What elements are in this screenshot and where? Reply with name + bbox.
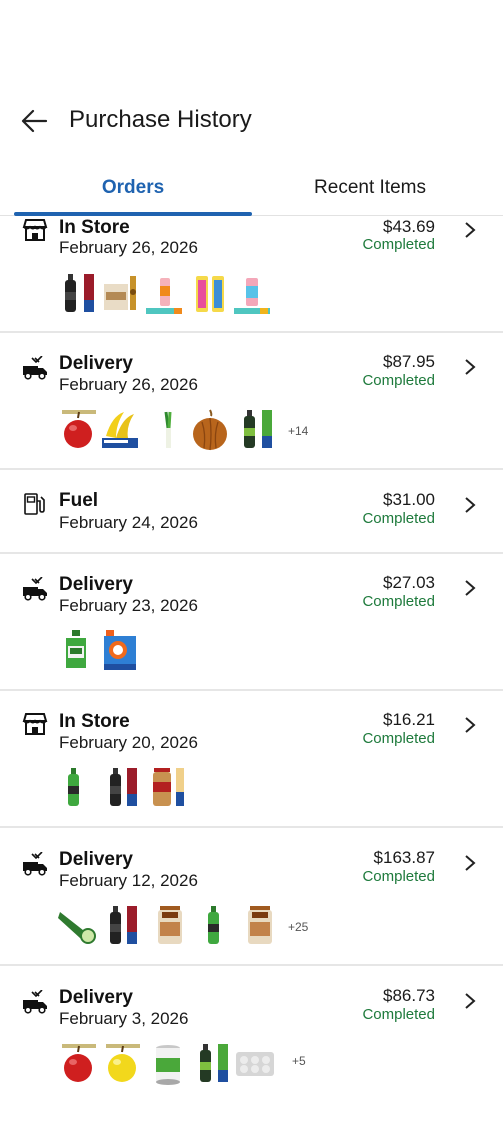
fuel-pump-icon (24, 493, 45, 515)
order-date: February 26, 2026 (59, 375, 198, 394)
more-items-count: +14 (288, 424, 309, 438)
cereal-bag-product (158, 906, 182, 944)
delivery-truck-icon (23, 356, 47, 380)
order-item-thumbnails: +5 (62, 1042, 322, 1086)
apple-product (62, 410, 96, 448)
chevron-right-icon[interactable] (463, 357, 477, 377)
order-amount: $87.95 (383, 352, 435, 371)
order-item-thumbnails (62, 272, 282, 316)
chevron-right-icon[interactable] (463, 495, 477, 515)
row-divider (0, 331, 503, 333)
soda-bottle-product (110, 768, 137, 806)
row-divider (0, 964, 503, 966)
leek-product (164, 411, 172, 448)
order-type: In Store (59, 217, 130, 238)
order-amount: $27.03 (383, 573, 435, 592)
order-amount: $43.69 (383, 217, 435, 236)
soda-bottle-product (110, 906, 137, 944)
delivery-truck-icon (23, 990, 47, 1014)
row-divider (0, 826, 503, 828)
soda-bottle-product (244, 410, 272, 448)
onion-product (193, 409, 227, 451)
order-item-thumbnails (62, 766, 202, 810)
drink-can-product (146, 278, 182, 314)
order-row[interactable]: In Store February 20, 2026 $16.21 Comple… (0, 710, 503, 827)
store-icon (22, 713, 48, 735)
order-date: February 23, 2026 (59, 596, 198, 615)
canned-vegetable-product (156, 1045, 180, 1085)
order-amount: $86.73 (383, 986, 435, 1005)
tab-orders[interactable]: Orders (14, 170, 252, 216)
order-item-thumbnails: +14 (62, 408, 322, 452)
store-icon (22, 219, 48, 241)
order-row[interactable]: Delivery February 26, 2026 $87.95 Comple… (0, 352, 503, 469)
soda-bottle-product (68, 768, 79, 806)
order-status: Completed (362, 868, 435, 885)
order-status: Completed (362, 236, 435, 253)
order-row[interactable]: Delivery February 3, 2026 $86.73 Complet… (0, 986, 503, 1103)
order-date: February 26, 2026 (59, 238, 198, 257)
bananas-product (102, 412, 138, 448)
more-items-count: +5 (292, 1054, 306, 1068)
order-row[interactable]: In Store February 26, 2026 $43.69 Comple… (0, 216, 503, 332)
order-row[interactable]: Delivery February 23, 2026 $27.03 Comple… (0, 573, 503, 690)
order-status: Completed (362, 730, 435, 747)
order-status: Completed (362, 510, 435, 527)
order-date: February 24, 2026 (59, 513, 198, 532)
soda-bottle-product (208, 906, 219, 944)
order-type: Delivery (59, 353, 133, 374)
order-type: Delivery (59, 987, 133, 1008)
arrow-left-icon[interactable] (18, 104, 52, 138)
page-title: Purchase History (69, 106, 252, 133)
row-divider (0, 552, 503, 554)
order-type: In Store (59, 711, 130, 732)
order-type: Delivery (59, 849, 133, 870)
snack-bag-product (104, 276, 136, 310)
more-items-count: +25 (288, 920, 309, 934)
order-type: Fuel (59, 490, 99, 511)
order-amount: $163.87 (373, 848, 435, 867)
order-row[interactable]: Fuel February 24, 2026 $31.00 Completed (0, 490, 503, 552)
app-header: Purchase History (0, 0, 503, 170)
apple-product (62, 1044, 96, 1082)
row-divider (0, 468, 503, 470)
order-amount: $31.00 (383, 490, 435, 509)
tab-bar: Orders Recent Items (0, 170, 503, 216)
order-date: February 3, 2026 (59, 1009, 189, 1028)
eggs-carton-product (236, 1052, 274, 1076)
yellow-apple-product (106, 1044, 140, 1082)
order-status: Completed (362, 593, 435, 610)
chevron-right-icon[interactable] (463, 220, 477, 240)
delivery-truck-icon (23, 577, 47, 601)
row-divider (0, 689, 503, 691)
order-row[interactable]: Delivery February 12, 2026 $163.87 Compl… (0, 848, 503, 965)
detergent-product (104, 630, 136, 670)
order-date: February 12, 2026 (59, 871, 198, 890)
peanuts-jar-product (153, 768, 184, 806)
chevron-right-icon[interactable] (463, 715, 477, 735)
candy-bar-product (196, 276, 224, 312)
drink-can-product (234, 278, 270, 314)
order-date: February 20, 2026 (59, 733, 198, 752)
delivery-truck-icon (23, 852, 47, 876)
order-type: Delivery (59, 574, 133, 595)
soda-bottle-product (200, 1044, 228, 1082)
chevron-right-icon[interactable] (463, 853, 477, 873)
tab-recent-items[interactable]: Recent Items (252, 170, 488, 216)
order-status: Completed (362, 1006, 435, 1023)
chevron-right-icon[interactable] (463, 578, 477, 598)
soda-bottle-product (65, 274, 94, 312)
order-item-thumbnails: +25 (58, 904, 322, 948)
chevron-right-icon[interactable] (463, 991, 477, 1011)
cucumber-product (58, 912, 96, 944)
order-amount: $16.21 (383, 710, 435, 729)
order-item-thumbnails (62, 628, 162, 672)
order-status: Completed (362, 372, 435, 389)
cereal-bag-product (248, 906, 272, 944)
dish-soap-product (66, 630, 86, 668)
